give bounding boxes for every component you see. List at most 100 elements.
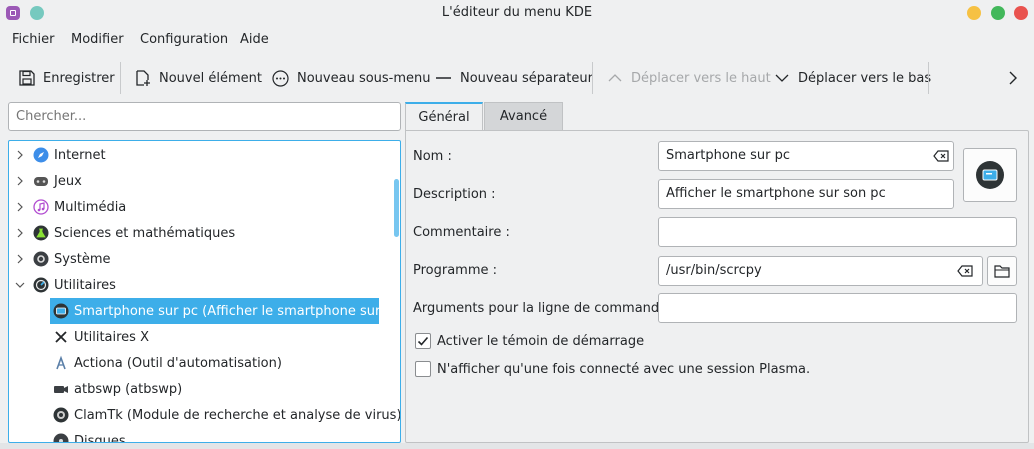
menu-help[interactable]: Aide xyxy=(240,32,269,47)
ellipsis-circle-icon xyxy=(272,69,289,87)
app-icon-button[interactable] xyxy=(963,148,1017,202)
toolbar-separator xyxy=(592,62,593,94)
toolbar-separator xyxy=(928,62,929,94)
startup-feedback-checkbox[interactable] xyxy=(415,333,431,349)
menu-file[interactable]: Fichier xyxy=(12,32,55,47)
x-logo-icon xyxy=(55,331,67,343)
tree-item-label: Utilitaires X xyxy=(74,329,149,345)
disk-icon xyxy=(53,433,69,442)
tree-item-label: Disques xyxy=(74,433,126,443)
save-icon xyxy=(19,70,35,86)
toolbar-overflow-button[interactable] xyxy=(1008,66,1026,90)
tree-scrollbar[interactable] xyxy=(394,179,399,237)
plasma-only-label[interactable]: N'afficher qu'une fois connecté avec une… xyxy=(437,362,810,377)
chevron-right-icon[interactable] xyxy=(15,150,25,160)
save-button-label: Enregistrer xyxy=(43,70,115,86)
toolbar-separator xyxy=(120,62,121,94)
chevron-right-icon[interactable] xyxy=(15,228,25,238)
new-separator-label: Nouveau séparateur xyxy=(460,70,593,86)
name-field[interactable]: Smartphone sur pc xyxy=(658,141,954,171)
tree-item-label: Système xyxy=(54,251,111,267)
description-field[interactable]: Afficher le smartphone sur son pc xyxy=(658,179,954,209)
chevron-right-icon[interactable] xyxy=(15,202,25,212)
startup-feedback-label[interactable]: Activer le témoin de démarrage xyxy=(437,334,644,349)
tree-item-label: Jeux xyxy=(54,173,82,189)
tree-item-atbswp[interactable]: atbswp (atbswp) xyxy=(9,376,379,402)
minimize-button[interactable] xyxy=(967,6,981,20)
clear-text-icon[interactable] xyxy=(957,265,973,277)
tree-item-system[interactable]: Système xyxy=(9,246,379,272)
tree-item-science[interactable]: Sciences et mathématiques xyxy=(9,220,379,246)
tab-general[interactable]: Général xyxy=(405,102,483,131)
move-down-button[interactable]: Déplacer vers le bas xyxy=(774,66,931,90)
comment-field[interactable] xyxy=(658,217,1017,247)
clamtk-icon xyxy=(53,407,69,423)
plasma-only-checkbox[interactable] xyxy=(415,361,431,377)
arguments-label: Arguments pour la ligne de commandes : xyxy=(413,301,683,316)
menu-tree[interactable]: Internet Jeux Multimédia Sciences et mat… xyxy=(8,140,401,443)
tree-item-label: Smartphone sur pc (Afficher le smartphon… xyxy=(74,303,401,319)
tree-item-label: ClamTk (Module de recherche et analyse d… xyxy=(74,407,401,423)
close-button[interactable] xyxy=(1014,6,1028,20)
description-value: Afficher le smartphone sur son pc xyxy=(666,186,886,201)
name-value: Smartphone sur pc xyxy=(666,148,791,163)
new-separator-button[interactable]: Nouveau séparateur xyxy=(435,66,593,90)
save-button[interactable]: Enregistrer xyxy=(19,66,115,90)
clear-text-icon[interactable] xyxy=(933,150,949,162)
music-note-icon xyxy=(33,199,49,215)
new-submenu-button[interactable]: Nouveau sous-menu xyxy=(272,66,431,90)
tree-item-multimedia[interactable]: Multimédia xyxy=(9,194,379,220)
program-field[interactable]: /usr/bin/scrcpy xyxy=(658,256,983,286)
science-flask-icon xyxy=(33,225,49,241)
chevron-up-icon xyxy=(608,74,622,82)
search-input[interactable] xyxy=(8,102,401,131)
separator-line-icon xyxy=(436,77,451,79)
smartphone-screen-icon xyxy=(53,303,69,319)
move-up-button[interactable]: Déplacer vers le haut xyxy=(607,66,771,90)
checkmark-icon xyxy=(417,336,429,346)
move-up-label: Déplacer vers le haut xyxy=(631,70,771,86)
tree-item-x-utilities[interactable]: Utilitaires X xyxy=(9,324,379,350)
new-item-button[interactable]: Nouvel élément xyxy=(135,66,262,90)
actiona-icon xyxy=(56,355,66,370)
window-title: L'éditeur du menu KDE xyxy=(441,5,593,20)
menu-edit[interactable]: Modifier xyxy=(71,32,124,47)
tree-item-clamtk[interactable]: ClamTk (Module de recherche et analyse d… xyxy=(9,402,400,428)
arguments-field[interactable] xyxy=(658,293,1017,323)
program-label: Programme : xyxy=(413,263,498,278)
tree-item-label: Multimédia xyxy=(54,199,127,215)
chevron-down-icon[interactable] xyxy=(15,280,25,290)
program-value: /usr/bin/scrcpy xyxy=(666,263,762,278)
tree-item-smartphone[interactable]: Smartphone sur pc (Afficher le smartphon… xyxy=(50,298,400,324)
tree-item-label: Internet xyxy=(54,147,106,163)
comment-label: Commentaire : xyxy=(413,225,510,240)
window-bottom-edge xyxy=(0,443,1034,449)
chevron-right-icon[interactable] xyxy=(15,176,25,186)
new-submenu-label: Nouveau sous-menu xyxy=(297,70,431,86)
chevron-right-icon xyxy=(1009,71,1017,85)
chevron-right-icon[interactable] xyxy=(15,254,25,264)
maximize-button[interactable] xyxy=(991,6,1005,20)
browse-program-button[interactable] xyxy=(987,256,1017,286)
system-gear-icon xyxy=(33,251,49,267)
name-label: Nom : xyxy=(413,149,452,164)
title-bar: L'éditeur du menu KDE xyxy=(0,0,1034,26)
tab-advanced[interactable]: Avancé xyxy=(484,102,563,131)
tree-item-games[interactable]: Jeux xyxy=(9,168,379,194)
toolbar: Enregistrer Nouvel élément Nouveau sous-… xyxy=(0,56,1034,100)
tree-item-label: Sciences et mathématiques xyxy=(54,225,236,241)
smartphone-screen-icon xyxy=(976,161,1004,189)
general-panel xyxy=(405,130,1029,443)
tree-item-label: atbswp (atbswp) xyxy=(74,381,183,397)
camera-icon xyxy=(54,386,68,393)
tree-item-internet[interactable]: Internet xyxy=(9,142,379,168)
menu-settings[interactable]: Configuration xyxy=(140,32,228,47)
gamepad-icon xyxy=(34,177,48,186)
description-label: Description : xyxy=(413,187,496,202)
tree-item-utilities[interactable]: Utilitaires xyxy=(9,272,379,298)
tree-item-disks[interactable]: Disques xyxy=(9,428,379,443)
utilities-gauge-icon xyxy=(33,277,49,293)
tree-item-actiona[interactable]: Actiona (Outil d'automatisation) xyxy=(9,350,379,376)
tree-item-label: Utilitaires xyxy=(54,277,116,293)
menu-bar: Fichier Modifier Configuration Aide xyxy=(0,26,1034,54)
